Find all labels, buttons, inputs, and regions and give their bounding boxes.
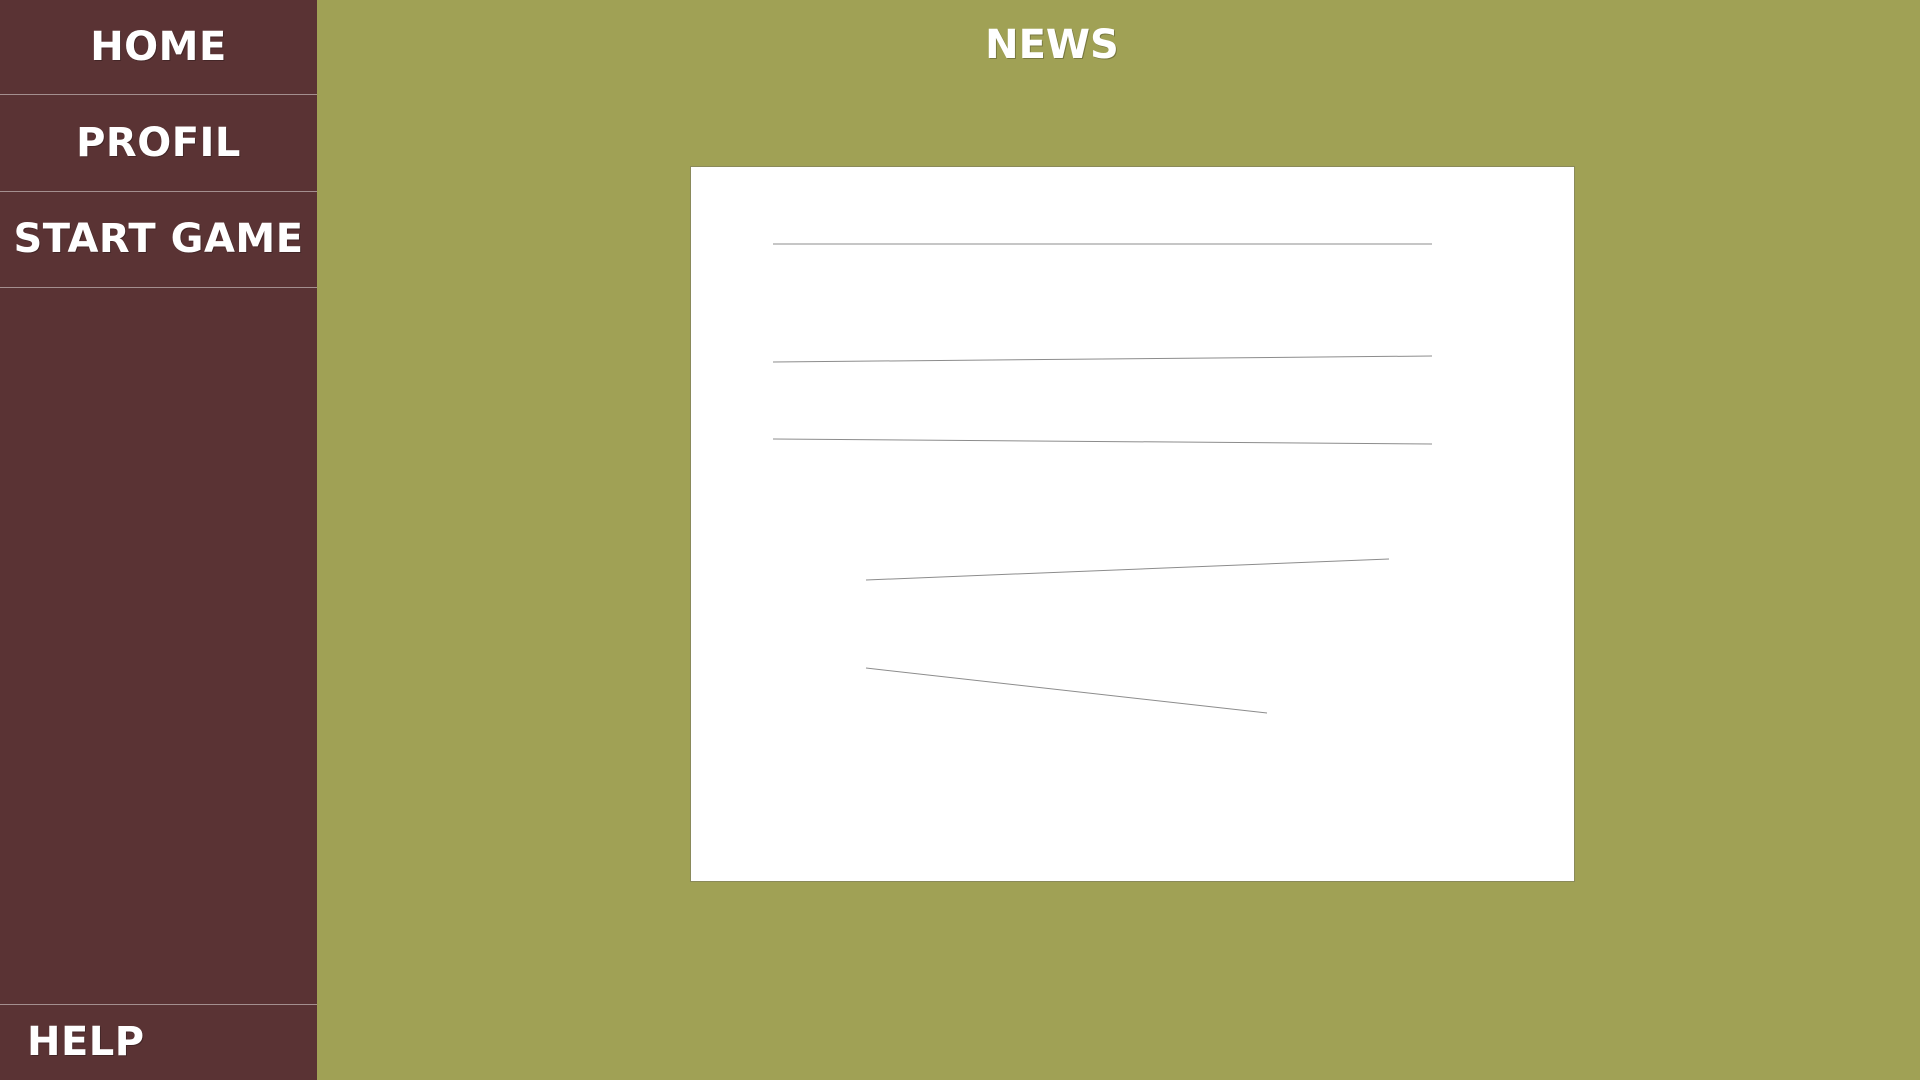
news-line [772, 438, 1433, 445]
sidebar-item-label: HELP [27, 1019, 145, 1065]
sidebar-item-label: START GAME [13, 216, 304, 262]
news-line [865, 558, 1390, 581]
sidebar-item-label: PROFIL [76, 119, 241, 166]
news-line [772, 355, 1433, 363]
news-panel [690, 166, 1575, 882]
sidebar-divider [0, 287, 317, 288]
sidebar-item-label: HOME [90, 24, 227, 70]
sidebar-item-help[interactable]: HELP [0, 1004, 317, 1080]
page-title: NEWS [985, 22, 1119, 68]
news-line [865, 667, 1268, 714]
sidebar-item-home[interactable]: HOME [0, 0, 317, 94]
news-content-placeholder [772, 243, 1433, 714]
sidebar-nav: HOME PROFIL START GAME HELP [0, 0, 317, 1080]
sidebar-item-profil[interactable]: PROFIL [0, 94, 317, 191]
sidebar-item-start-game[interactable]: START GAME [0, 191, 317, 287]
